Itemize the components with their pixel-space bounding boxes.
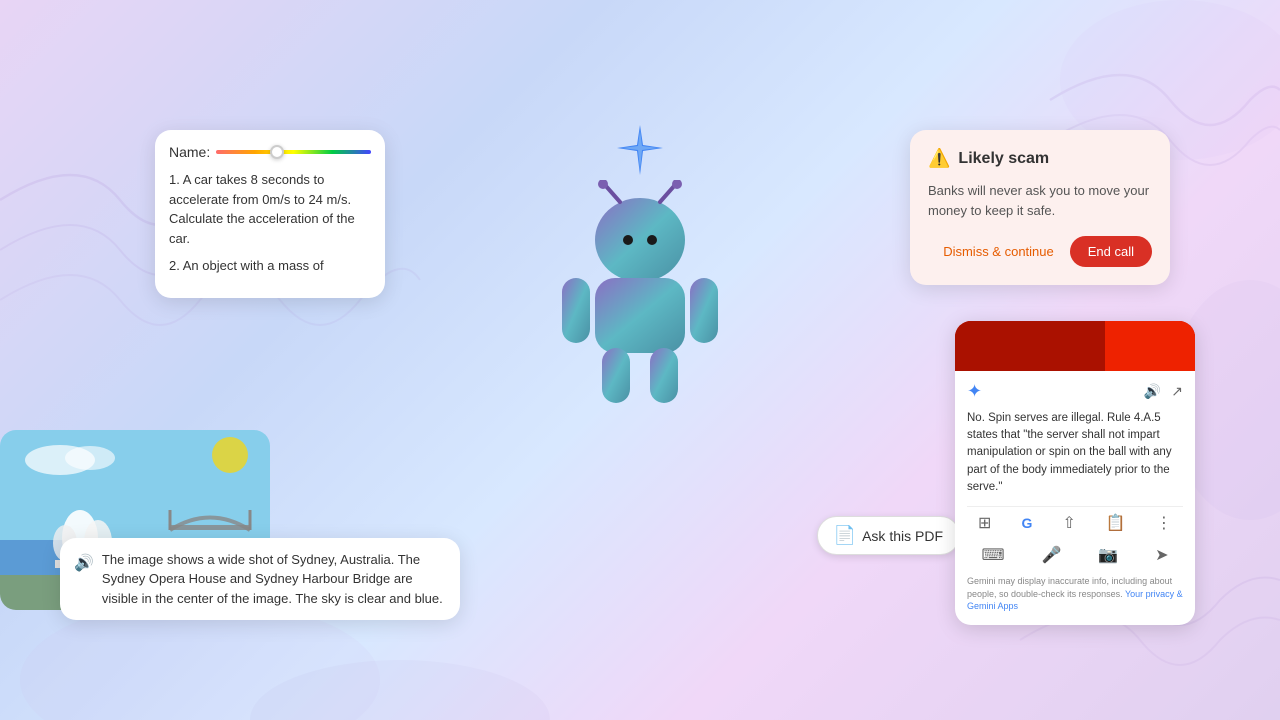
quiz-slider[interactable] <box>216 150 371 154</box>
mic-icon[interactable]: 🎤 <box>1041 545 1061 565</box>
quiz-question-1: 1. A car takes 8 seconds to accelerate f… <box>169 170 371 248</box>
quiz-name-label: Name: <box>169 144 210 160</box>
gemini-chat-header: ✦ 🔊 ↗ <box>967 381 1183 402</box>
google-icon[interactable]: G <box>1022 515 1033 531</box>
scam-description: Banks will never ask you to move your mo… <box>928 181 1152 220</box>
gemini-input-row: ⌨ 🎤 📷 ➤ <box>967 539 1183 571</box>
quiz-question-2: 2. An object with a mass of <box>169 256 371 276</box>
more-icon[interactable]: ⋮ <box>1156 513 1172 533</box>
sparkle-icon <box>610 120 670 180</box>
sydney-caption-text: The image shows a wide shot of Sydney, A… <box>102 550 446 609</box>
gemini-toolbar: ⊞ G ⇧ 📋 ⋮ <box>967 506 1183 539</box>
gemini-red-banner <box>955 321 1195 371</box>
gemini-header-icons: 🔊 ↗ <box>1144 383 1183 400</box>
warning-icon: ⚠️ <box>928 148 950 169</box>
scam-actions: Dismiss & continue End call <box>928 236 1152 267</box>
gemini-sparkle-icon: ✦ <box>967 381 982 402</box>
gemini-chat-body: ✦ 🔊 ↗ No. Spin serves are illegal. Rule … <box>955 371 1195 625</box>
android-body-svg <box>540 180 740 410</box>
share-icon[interactable]: ⇧ <box>1062 513 1075 533</box>
scam-card: ⚠️ Likely scam Banks will never ask you … <box>910 130 1170 285</box>
clipboard-icon[interactable]: 📋 <box>1106 513 1126 533</box>
end-call-button[interactable]: End call <box>1070 236 1152 267</box>
speaker-icon: 🔊 <box>74 552 94 576</box>
quiz-card: Name: 1. A car takes 8 seconds to accele… <box>155 130 385 298</box>
camera-icon[interactable]: 📷 <box>1098 545 1118 565</box>
gemini-response-text: No. Spin serves are illegal. Rule 4.A.5 … <box>967 410 1183 496</box>
android-mascot <box>540 120 740 415</box>
gemini-card: ✦ 🔊 ↗ No. Spin serves are illegal. Rule … <box>955 321 1195 625</box>
pdf-icon: 📄 <box>834 525 856 546</box>
volume-icon[interactable]: 🔊 <box>1144 383 1161 400</box>
keyboard-icon[interactable]: ⌨ <box>981 545 1004 565</box>
scam-header: ⚠️ Likely scam <box>928 148 1152 169</box>
sydney-card: 🔊 The image shows a wide shot of Sydney,… <box>0 430 480 610</box>
gemini-banner-image <box>955 321 1195 371</box>
quiz-slider-thumb[interactable] <box>270 145 284 159</box>
scam-title: Likely scam <box>958 150 1049 168</box>
dismiss-button[interactable]: Dismiss & continue <box>939 238 1058 265</box>
copy-icon[interactable]: ⊞ <box>978 513 991 533</box>
ask-pdf-label: Ask this PDF <box>862 528 943 544</box>
gemini-footer-text: Gemini may display inaccurate info, incl… <box>967 571 1183 615</box>
ask-pdf-button[interactable]: 📄 Ask this PDF <box>817 516 960 555</box>
quiz-name-row: Name: <box>169 144 371 160</box>
send-icon[interactable]: ➤ <box>1155 545 1168 565</box>
external-link-icon[interactable]: ↗ <box>1171 383 1183 400</box>
sydney-caption: 🔊 The image shows a wide shot of Sydney,… <box>60 538 460 621</box>
